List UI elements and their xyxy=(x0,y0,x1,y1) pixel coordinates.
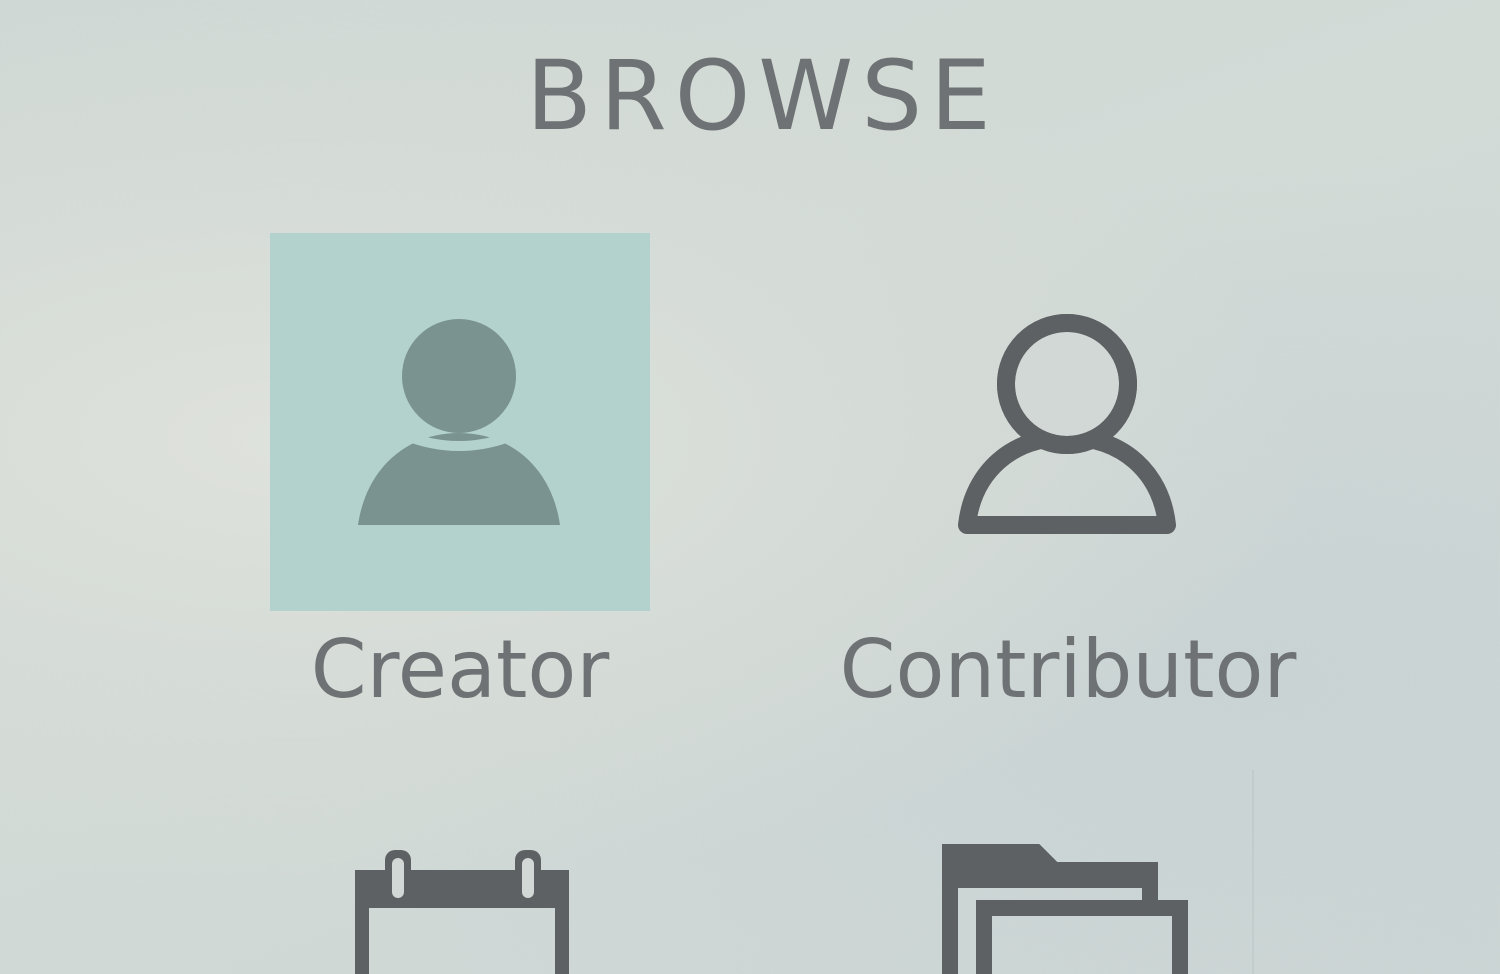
folders-icon xyxy=(942,844,1188,974)
browse-tile-contributor[interactable]: Contributor xyxy=(840,233,1296,716)
tile-label-creator: Creator xyxy=(310,623,610,716)
browse-tile-calendar[interactable] xyxy=(270,790,650,974)
browse-tile-folders[interactable] xyxy=(878,790,1258,974)
calendar-icon xyxy=(355,850,569,974)
person-filled-icon xyxy=(358,319,560,525)
browse-tile-creator[interactable]: Creator xyxy=(270,233,650,716)
browse-title: BROWSE xyxy=(526,40,999,152)
person-outline-icon xyxy=(958,314,1176,534)
tile-label-contributor: Contributor xyxy=(839,623,1297,716)
grid-divider xyxy=(1252,770,1254,974)
